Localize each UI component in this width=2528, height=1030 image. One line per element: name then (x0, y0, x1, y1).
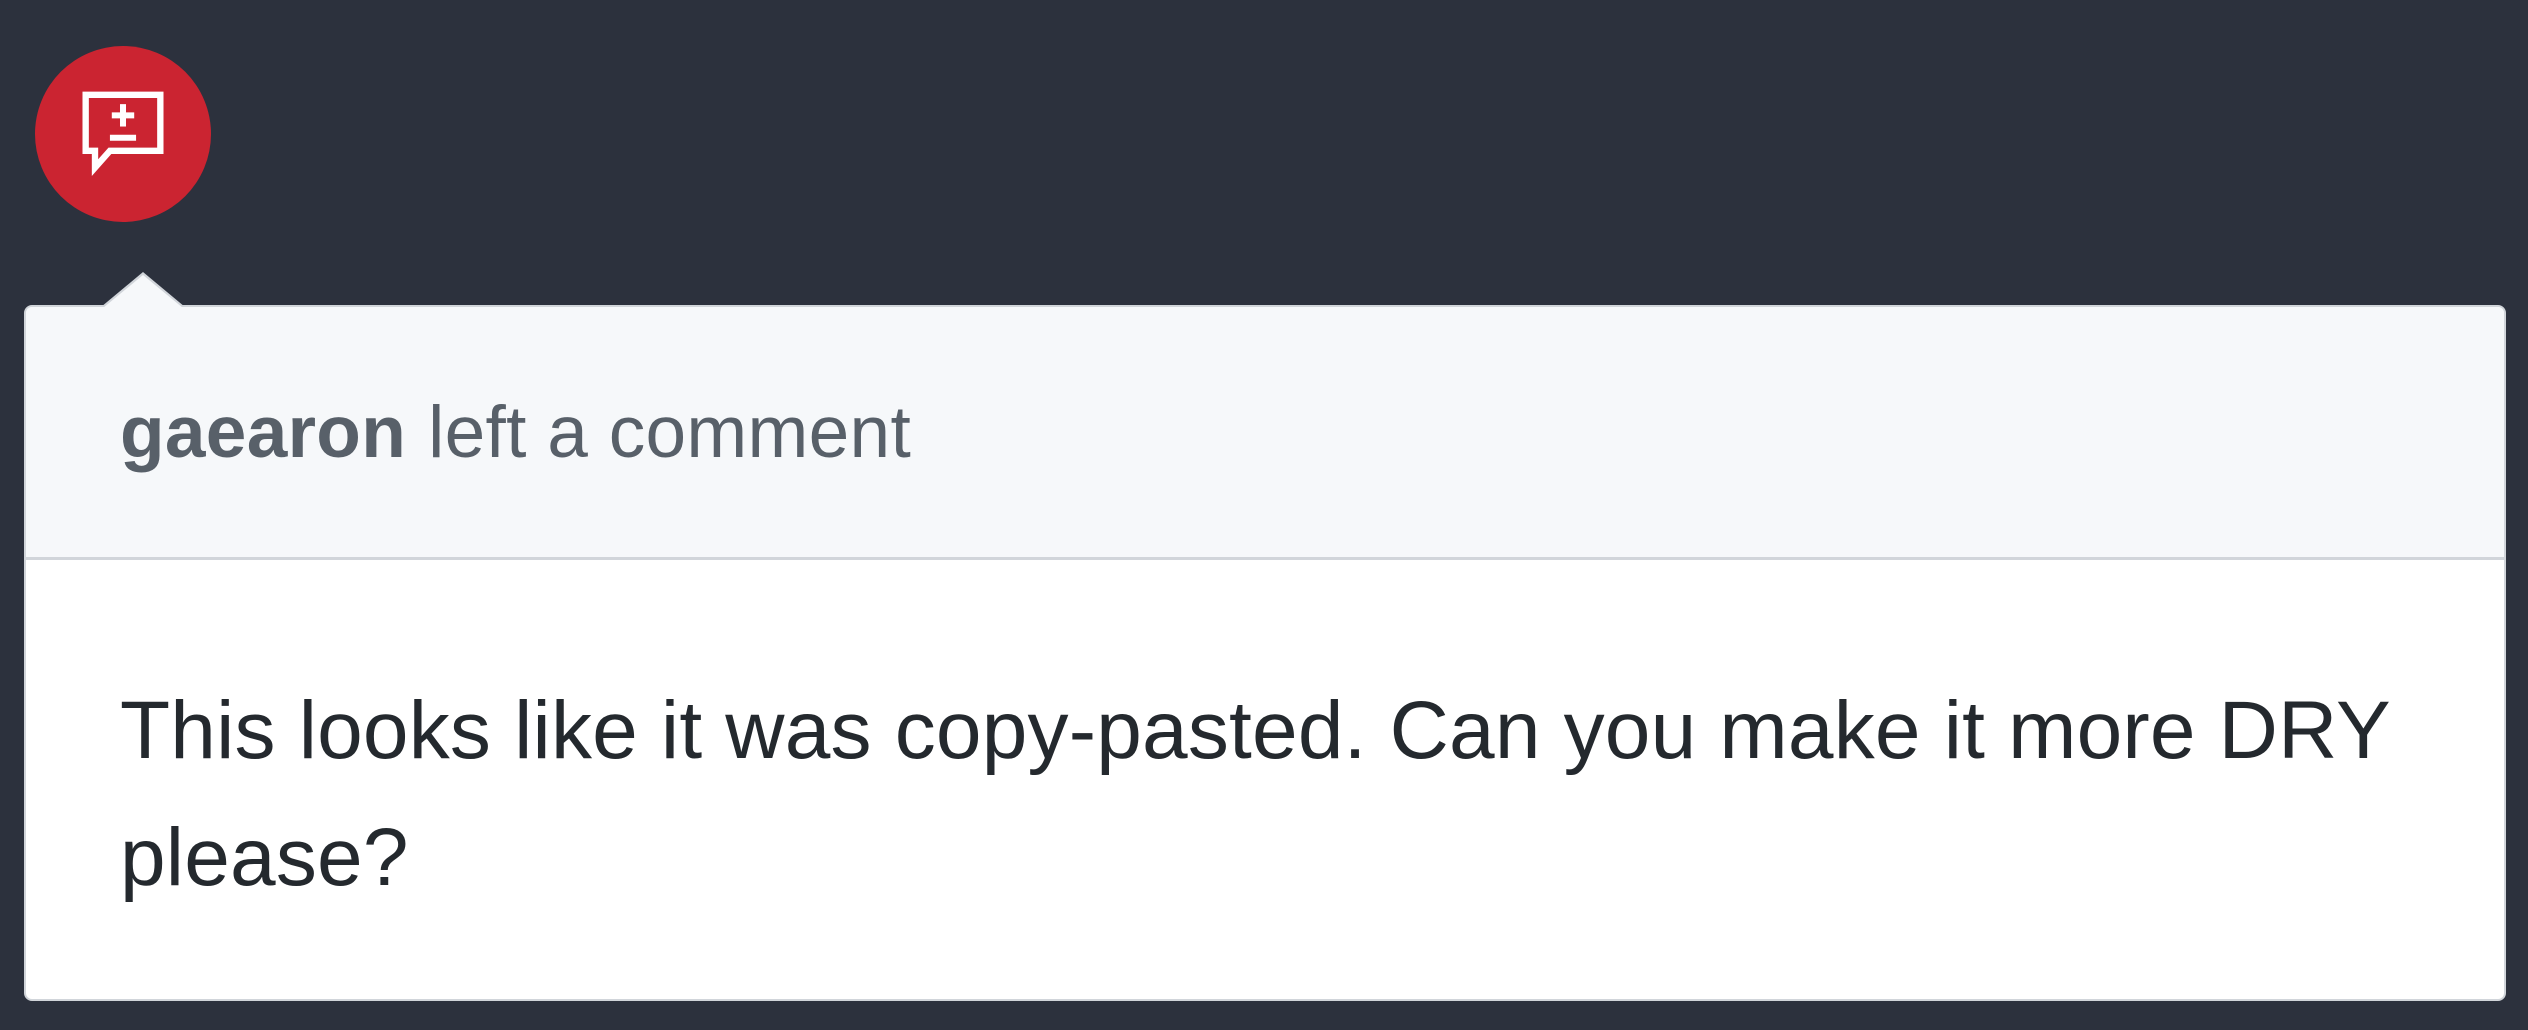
comment-card: gaearon left a comment This looks like i… (24, 272, 2506, 1001)
diff-comment-icon (82, 91, 164, 176)
comment-action: left a comment (428, 391, 912, 473)
review-badge[interactable] (35, 46, 211, 222)
comment-body: This looks like it was copy-pasted. Can … (120, 685, 2390, 903)
comment-author[interactable]: gaearon (120, 391, 406, 474)
comment-header: gaearon left a comment (26, 307, 2504, 560)
